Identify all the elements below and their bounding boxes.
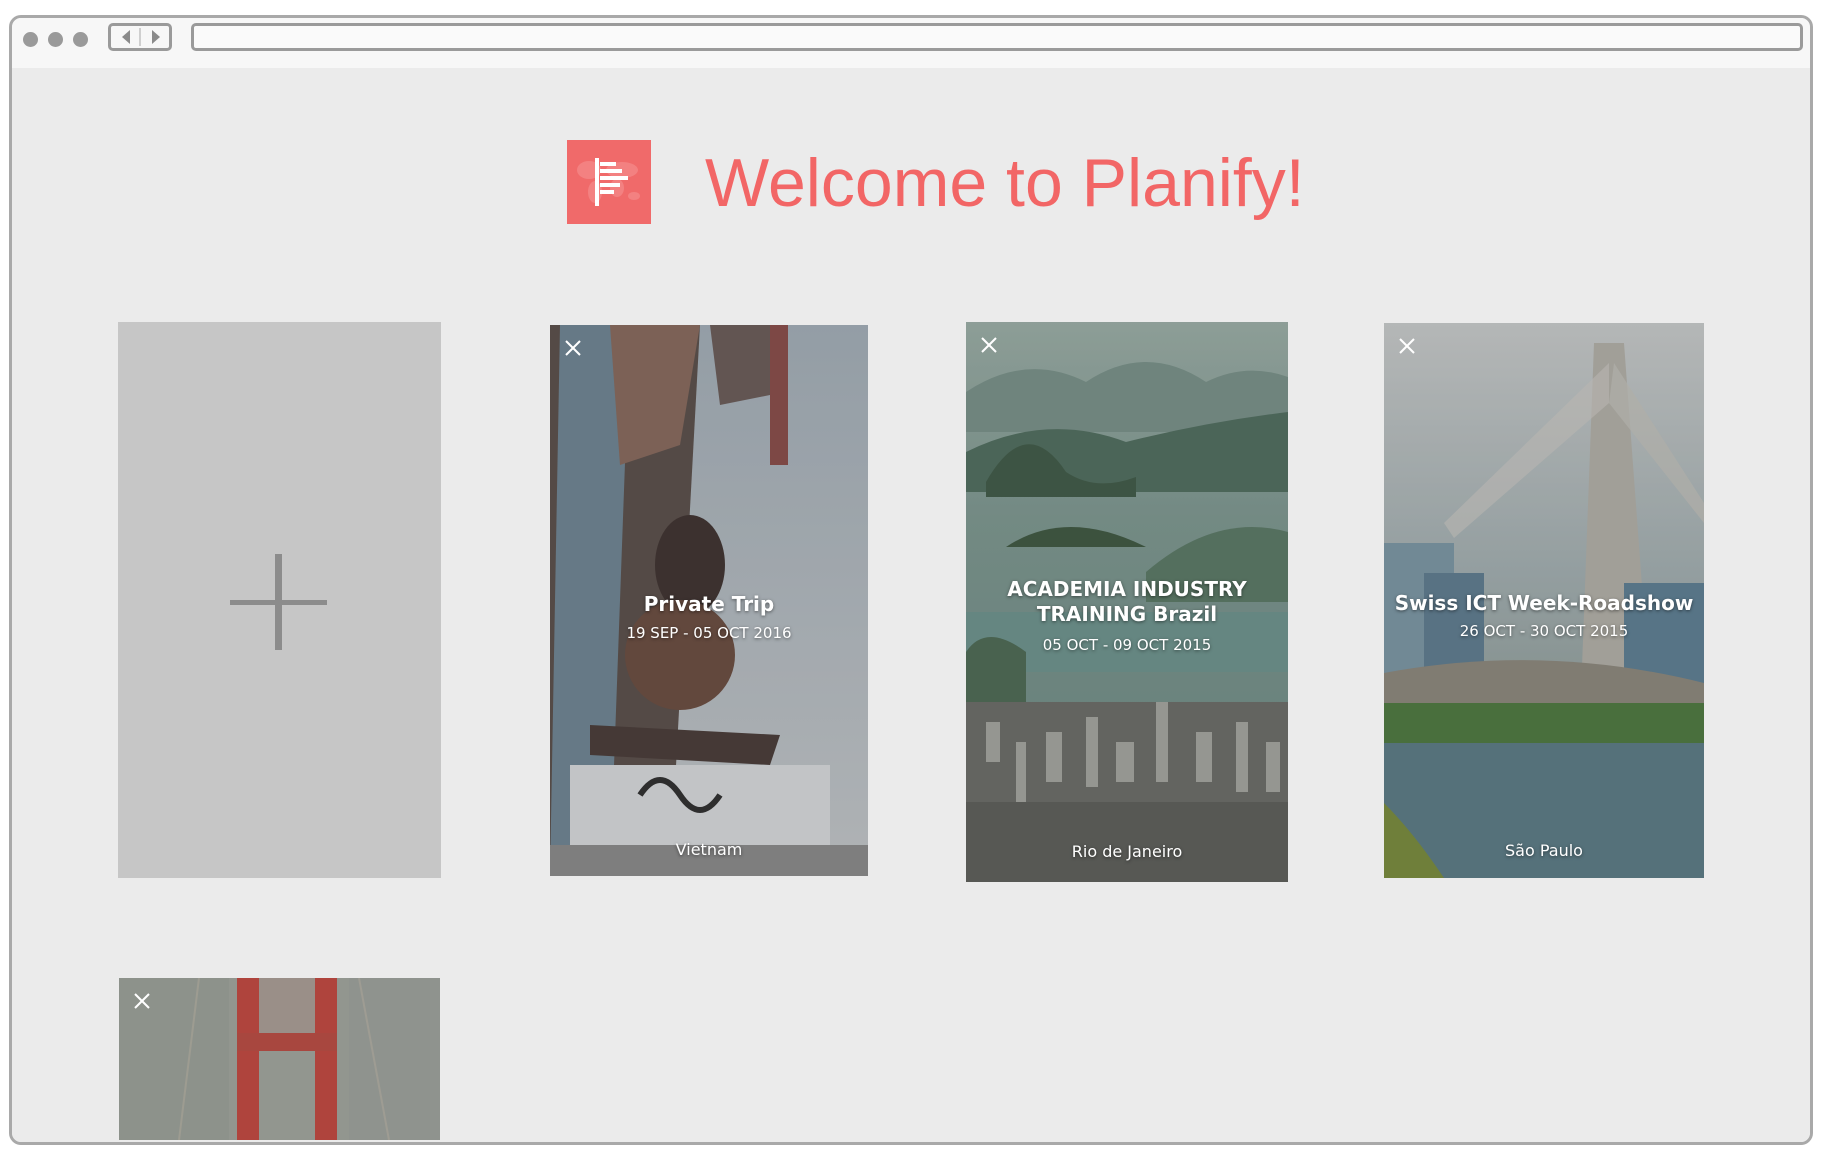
plus-icon <box>230 554 327 650</box>
planify-logo <box>567 140 651 224</box>
close-icon[interactable] <box>131 990 153 1012</box>
window-maximize-dot[interactable] <box>73 32 88 47</box>
navigation-buttons <box>108 23 172 51</box>
trip-title: ACADEMIA INDUSTRY TRAINING Brazil <box>1007 577 1247 626</box>
trip-location: Rio de Janeiro <box>1071 842 1183 861</box>
trip-dates: 26 OCT - 30 OCT 2015 <box>1459 622 1629 640</box>
planify-logo-icon <box>567 140 651 224</box>
back-button[interactable] <box>111 26 140 48</box>
trip-card-rio[interactable]: ACADEMIA INDUSTRY TRAINING Brazil 05 OCT… <box>966 322 1288 882</box>
chevron-right-icon <box>151 30 160 44</box>
trip-dates: 05 OCT - 09 OCT 2015 <box>1042 636 1212 654</box>
chevron-left-icon <box>121 30 130 44</box>
forward-button[interactable] <box>141 26 170 48</box>
close-icon[interactable] <box>978 334 1000 356</box>
trip-card-golden-gate[interactable] <box>119 978 440 1140</box>
close-icon[interactable] <box>1396 335 1418 357</box>
trip-location: Vietnam <box>675 840 743 859</box>
trip-dates: 19 SEP - 05 OCT 2016 <box>626 624 792 642</box>
trip-card-vietnam[interactable]: Private Trip 19 SEP - 05 OCT 2016 Vietna… <box>550 325 868 876</box>
address-bar[interactable] <box>191 23 1803 51</box>
browser-window: Welcome to Planify! Private Trip 19 SEP … <box>9 15 1813 1145</box>
trip-title: Private Trip <box>643 592 775 616</box>
card-overlay <box>119 978 440 1140</box>
trip-location: São Paulo <box>1505 841 1583 860</box>
add-trip-card[interactable] <box>118 322 441 878</box>
window-close-dot[interactable] <box>23 32 38 47</box>
page-title: Welcome to Planify! <box>705 145 1305 221</box>
window-minimize-dot[interactable] <box>48 32 63 47</box>
trip-card-sao-paulo[interactable]: Swiss ICT Week-Roadshow 26 OCT - 30 OCT … <box>1384 323 1704 878</box>
page-content: Welcome to Planify! Private Trip 19 SEP … <box>12 68 1810 1142</box>
close-icon[interactable] <box>562 337 584 359</box>
browser-toolbar <box>12 18 1810 68</box>
trip-title: Swiss ICT Week-Roadshow <box>1394 591 1694 615</box>
